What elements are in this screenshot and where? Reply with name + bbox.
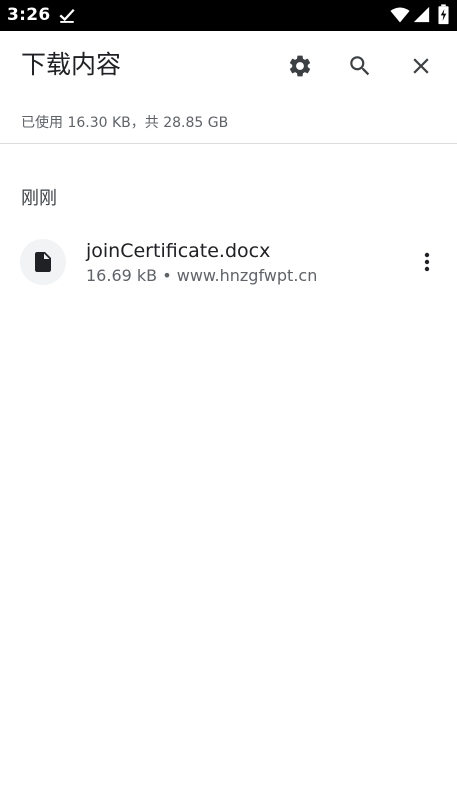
divider xyxy=(0,143,457,144)
file-name: joinCertificate.docx xyxy=(86,240,271,262)
search-icon xyxy=(350,56,370,76)
section-header-recent: 刚刚 xyxy=(21,188,57,209)
status-bar: 3:26 xyxy=(0,0,457,31)
close-icon xyxy=(413,58,429,74)
close-button[interactable] xyxy=(401,46,441,86)
file-thumbnail xyxy=(20,239,66,285)
gear-icon xyxy=(289,55,311,77)
battery-charging-icon xyxy=(438,4,449,25)
settings-button[interactable] xyxy=(280,46,320,86)
page-title: 下载内容 xyxy=(21,50,122,79)
storage-summary: 已使用 16.30 KB，共 28.85 GB xyxy=(21,115,229,131)
download-done-icon xyxy=(59,8,75,23)
more-options-button[interactable] xyxy=(408,242,446,282)
search-button[interactable] xyxy=(340,46,380,86)
cell-signal-icon xyxy=(413,6,430,23)
download-list-item[interactable]: joinCertificate.docx 16.69 kB • www.hnzg… xyxy=(0,234,457,294)
file-meta: 16.69 kB • www.hnzgfwpt.cn xyxy=(86,266,318,285)
file-icon xyxy=(35,252,51,272)
more-vert-icon xyxy=(424,252,430,272)
status-time: 3:26 xyxy=(7,5,51,25)
wifi-icon xyxy=(390,7,410,23)
